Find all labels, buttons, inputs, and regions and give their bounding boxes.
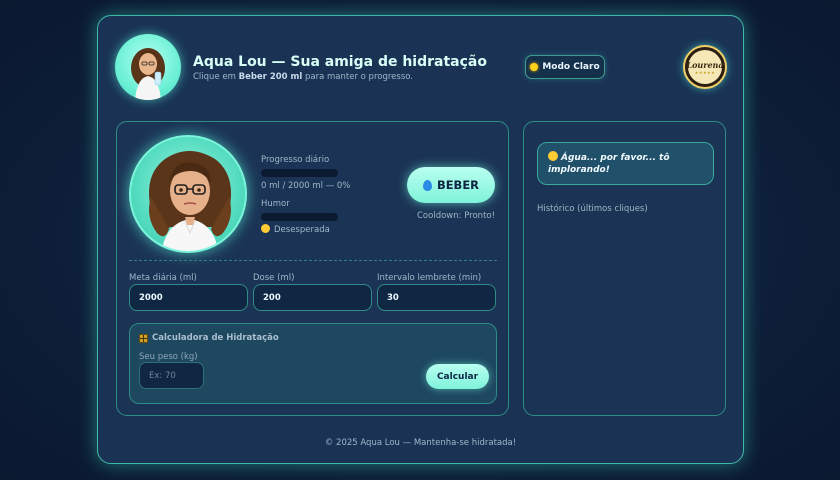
hydration-calculator: Calculadora de Hidratação Seu peso (kg) … bbox=[129, 323, 497, 404]
logo-stars: ★★★★★ bbox=[694, 69, 716, 75]
calculator-title: Calculadora de Hidratação bbox=[139, 333, 279, 343]
theme-toggle-label: Modo Claro bbox=[542, 62, 600, 72]
interval-input[interactable]: 30 bbox=[377, 284, 496, 311]
mood-bar bbox=[261, 213, 338, 221]
weight-label: Seu peso (kg) bbox=[139, 352, 198, 362]
weight-input[interactable] bbox=[139, 362, 204, 389]
app-card: Aqua Lou — Sua amiga de hidratação Cliqu… bbox=[97, 15, 744, 464]
progress-bar bbox=[261, 169, 338, 177]
header-avatar bbox=[115, 34, 181, 100]
character-portrait-illustration bbox=[149, 151, 231, 251]
section-divider bbox=[129, 260, 497, 261]
character-portrait bbox=[129, 135, 247, 253]
page-title: Aqua Lou — Sua amiga de hidratação bbox=[193, 54, 487, 70]
subtitle-suffix: para manter o progresso. bbox=[302, 72, 414, 82]
footer: © 2025 Aqua Lou — Mantenha-se hidratada! bbox=[324, 438, 517, 448]
drink-button[interactable]: BEBER bbox=[407, 167, 495, 203]
history-label: Histórico (últimos cliques) bbox=[537, 204, 648, 214]
logo-badge: Lourena ★★★★★ bbox=[686, 50, 724, 84]
speech-text: Água... por favor... tô implorando! bbox=[548, 153, 670, 176]
logo-text: Lourena bbox=[686, 59, 724, 70]
mood-label: Humor bbox=[261, 199, 290, 209]
character-avatar-illustration bbox=[131, 48, 165, 100]
crying-face-icon bbox=[548, 151, 558, 161]
calculator-title-text: Calculadora de Hidratação bbox=[152, 333, 279, 343]
drink-button-label: BEBER bbox=[436, 178, 480, 192]
cooldown-status: Cooldown: Pronto! bbox=[417, 211, 496, 221]
interval-label: Intervalo lembrete (min) bbox=[377, 273, 482, 283]
dose-label: Dose (ml) bbox=[253, 273, 295, 283]
abacus-icon bbox=[139, 333, 148, 343]
progress-label: Progresso diário bbox=[261, 155, 330, 165]
mood-text: Desesperada bbox=[274, 225, 330, 235]
progress-text: 0 ml / 2000 ml — 0% bbox=[261, 181, 351, 191]
subtitle-bold: Beber 200 ml bbox=[238, 72, 303, 82]
brand-logo: Lourena ★★★★★ bbox=[683, 45, 727, 89]
water-drop-icon bbox=[422, 179, 432, 191]
subtitle-prefix: Clique em bbox=[193, 72, 239, 82]
speech-bubble: Água... por favor... tô implorando! bbox=[537, 142, 714, 185]
sun-icon bbox=[530, 63, 539, 71]
goal-input[interactable]: 2000 bbox=[129, 284, 248, 311]
crying-face-icon bbox=[261, 224, 270, 233]
dose-input[interactable]: 200 bbox=[253, 284, 372, 311]
calculate-button[interactable]: Calcular bbox=[426, 364, 489, 389]
page-subtitle: Clique em Beber 200 ml para manter o pro… bbox=[193, 72, 413, 82]
side-panel: Água... por favor... tô implorando! Hist… bbox=[523, 121, 726, 416]
mood-status: Desesperada bbox=[261, 224, 330, 235]
theme-toggle-button[interactable]: Modo Claro bbox=[525, 55, 605, 79]
goal-label: Meta diária (ml) bbox=[129, 273, 197, 283]
main-panel: Progresso diário 0 ml / 2000 ml — 0% Hum… bbox=[116, 121, 509, 416]
